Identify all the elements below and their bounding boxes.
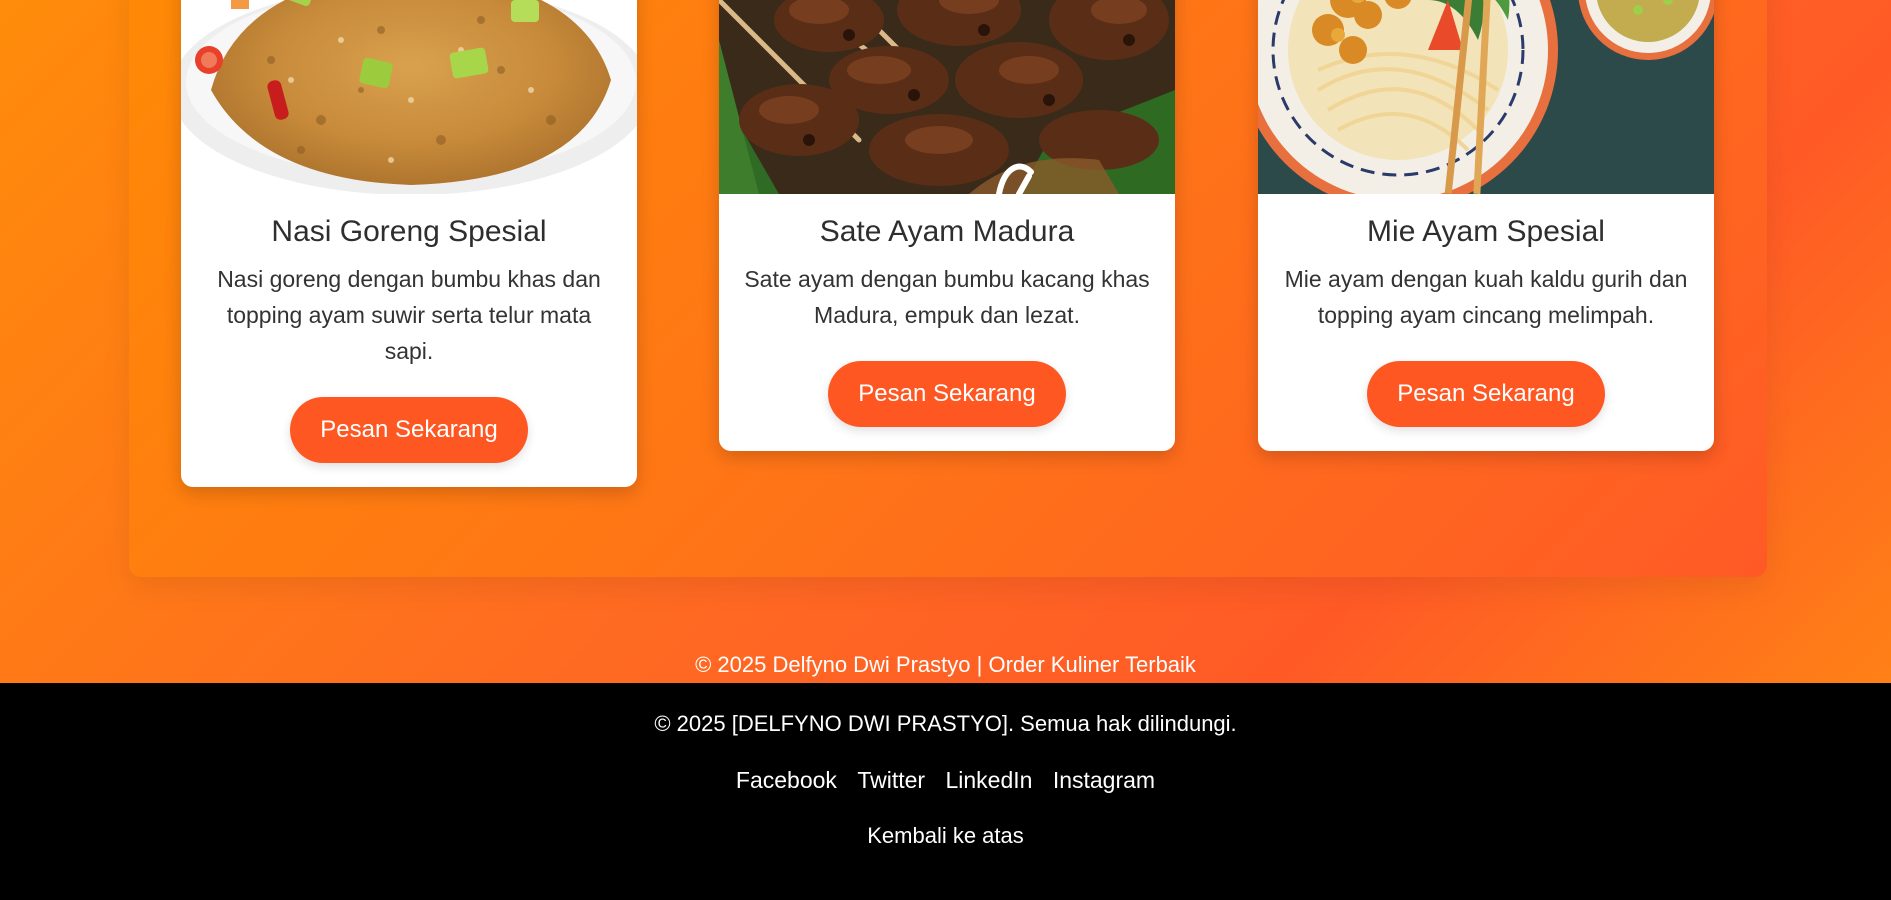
instagram-link[interactable]: Instagram — [1053, 767, 1155, 793]
chicken-noodle-photo — [1258, 0, 1714, 194]
card-title: Mie Ayam Spesial — [1367, 215, 1605, 248]
back-to-top-link[interactable]: Kembali ke atas — [0, 821, 1891, 851]
card-description: Nasi goreng dengan bumbu khas dan toppin… — [217, 266, 601, 364]
page-copyright: © 2025 Delfyno Dwi Prastyo | Order Kulin… — [695, 652, 1196, 677]
order-button[interactable]: Pesan Sekarang — [1367, 361, 1605, 427]
menu-section: Nasi Goreng Spesial Nasi goreng dengan b… — [129, 0, 1767, 577]
back-to-top-label[interactable]: Kembali ke atas — [867, 823, 1024, 848]
site-footer: © 2025 [DELFYNO DWI PRASTYO]. Semua hak … — [0, 683, 1891, 900]
footer-social-links: Facebook Twitter LinkedIn Instagram — [0, 764, 1891, 796]
menu-card-mie-ayam: Mie Ayam Spesial Mie ayam dengan kuah ka… — [1258, 0, 1714, 451]
card-description: Sate ayam dengan bumbu kacang khas Madur… — [744, 266, 1150, 328]
footer-copyright: © 2025 [DELFYNO DWI PRASTYO]. Semua hak … — [654, 711, 1237, 736]
menu-card-sate-ayam: Sate Ayam Madura Sate ayam dengan bumbu … — [719, 0, 1175, 451]
order-button[interactable]: Pesan Sekarang — [828, 361, 1066, 427]
fried-rice-photo — [181, 0, 637, 194]
twitter-link[interactable]: Twitter — [857, 767, 925, 793]
menu-card-nasi-goreng: Nasi Goreng Spesial Nasi goreng dengan b… — [181, 0, 637, 487]
card-title: Sate Ayam Madura — [819, 215, 1075, 248]
card-title: Nasi Goreng Spesial — [271, 215, 547, 248]
chicken-satay-photo — [719, 0, 1175, 194]
facebook-link[interactable]: Facebook — [736, 767, 837, 793]
linkedin-link[interactable]: LinkedIn — [945, 767, 1032, 793]
order-button[interactable]: Pesan Sekarang — [290, 397, 528, 463]
card-description: Mie ayam dengan kuah kaldu gurih dan top… — [1284, 266, 1688, 328]
